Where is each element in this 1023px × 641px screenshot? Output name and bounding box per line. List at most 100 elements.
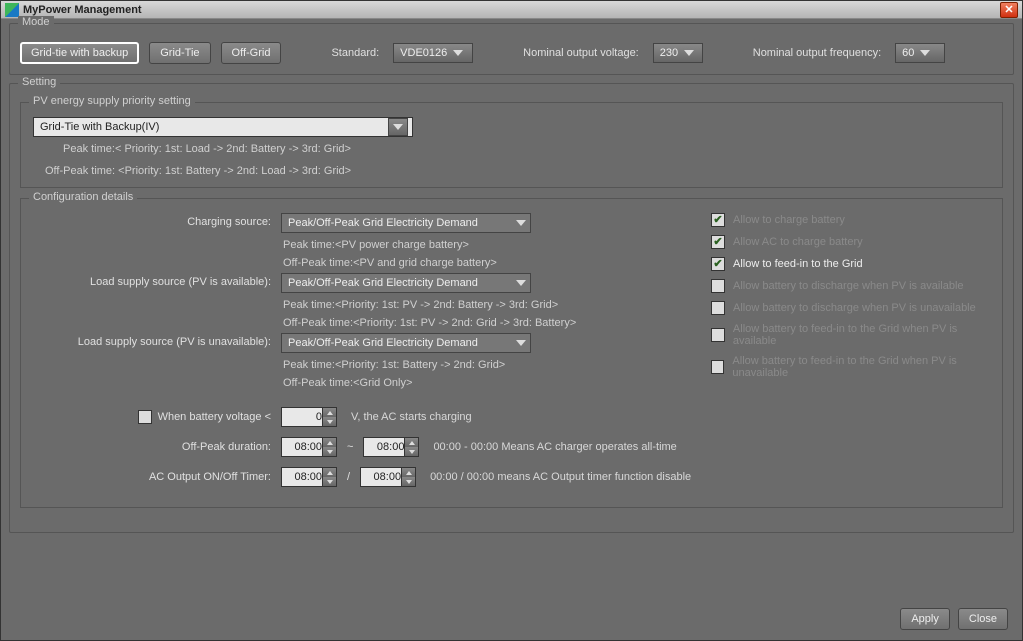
load-unavail-peak-hint: Peak time:<Priority: 1st: Battery -> 2nd…: [283, 359, 531, 371]
charging-peak-hint: Peak time:<PV power charge battery>: [283, 239, 531, 251]
pv-priority-fieldset: PV energy supply priority setting Grid-T…: [20, 102, 1003, 188]
titlebar: MyPower Management ✕: [1, 1, 1022, 19]
load-avail-value: Peak/Off-Peak Grid Electricity Demand: [288, 277, 510, 289]
ac-timer-label: AC Output ON/Off Timer:: [33, 471, 281, 483]
ac-timer-sep: /: [347, 471, 350, 483]
allow-feedin-row: Allow to feed-in to the Grid: [711, 257, 1002, 271]
allow-discharge-pv-avail-row: Allow battery to discharge when PV is av…: [711, 279, 1002, 293]
spinner-down-icon[interactable]: [404, 447, 418, 456]
grid-tie-backup-button[interactable]: Grid-tie with backup: [20, 42, 139, 64]
allow-discharge-pv-avail-checkbox[interactable]: [711, 279, 725, 293]
close-button[interactable]: Close: [958, 608, 1008, 630]
allow-discharge-pv-avail-label: Allow battery to discharge when PV is av…: [733, 280, 964, 292]
config-legend: Configuration details: [29, 191, 137, 203]
charging-offpeak-hint: Off-Peak time:<PV and grid charge batter…: [283, 257, 531, 269]
setting-legend: Setting: [18, 76, 60, 88]
battery-voltage-label: When battery voltage <: [33, 410, 281, 424]
charging-source-select[interactable]: Peak/Off-Peak Grid Electricity Demand: [281, 213, 531, 233]
content: Mode Grid-tie with backup Grid-Tie Off-G…: [1, 19, 1022, 545]
off-grid-button[interactable]: Off-Grid: [221, 42, 282, 64]
allow-feedin-pv-avail-row: Allow battery to feed-in to the Grid whe…: [711, 323, 1002, 347]
spinner-up-icon[interactable]: [322, 438, 336, 447]
offpeak-end-value: 08:00: [377, 441, 405, 453]
allow-feedin-pv-unavail-row: Allow battery to feed-in to the Grid whe…: [711, 355, 1002, 379]
allow-feedin-pv-unavail-checkbox[interactable]: [711, 360, 724, 374]
allow-feedin-pv-avail-checkbox[interactable]: [711, 328, 725, 342]
ac-timer-row: AC Output ON/Off Timer: 08:00 / 08:00 00…: [33, 467, 990, 487]
frequency-label: Nominal output frequency:: [753, 47, 881, 59]
frequency-select[interactable]: 60: [895, 43, 945, 63]
pv-priority-legend: PV energy supply priority setting: [29, 95, 195, 107]
mode-legend: Mode: [18, 16, 54, 28]
offpeak-duration-row: Off-Peak duration: 08:00 ~ 08:00 00:00 -…: [33, 437, 990, 457]
allow-ac-charge-label: Allow AC to charge battery: [733, 236, 863, 248]
checkbox-column: Allow to charge battery Allow AC to char…: [711, 213, 1002, 379]
window-title: MyPower Management: [23, 4, 1000, 16]
chevron-down-icon: [684, 50, 694, 56]
charging-source-value: Peak/Off-Peak Grid Electricity Demand: [288, 217, 510, 229]
allow-ac-charge-checkbox[interactable]: [711, 235, 725, 249]
allow-discharge-pv-unavail-checkbox[interactable]: [711, 301, 725, 315]
allow-feedin-label: Allow to feed-in to the Grid: [733, 258, 863, 270]
chevron-down-icon: [516, 280, 526, 286]
load-avail-offpeak-hint: Off-Peak time:<Priority: 1st: PV -> 2nd:…: [283, 317, 576, 329]
offpeak-hint: 00:00 - 00:00 Means AC charger operates …: [433, 441, 676, 453]
pv-offpeak-hint: Off-Peak time: <Priority: 1st: Battery -…: [45, 165, 990, 177]
battery-voltage-spinner[interactable]: 0: [281, 407, 337, 427]
spinner-up-icon[interactable]: [404, 438, 418, 447]
load-avail-label: Load supply source (PV is available):: [33, 273, 281, 288]
frequency-value: 60: [902, 47, 914, 59]
allow-charge-battery-row: Allow to charge battery: [711, 213, 1002, 227]
bottom-rows: When battery voltage < 0 V, the AC start…: [33, 407, 990, 487]
chevron-down-icon: [920, 50, 930, 56]
config-fieldset: Configuration details Charging source: P…: [20, 198, 1003, 508]
spinner-up-icon[interactable]: [322, 468, 336, 477]
voltage-select[interactable]: 230: [653, 43, 703, 63]
grid-tie-button[interactable]: Grid-Tie: [149, 42, 210, 64]
allow-feedin-checkbox[interactable]: [711, 257, 725, 271]
battery-voltage-suffix: V, the AC starts charging: [351, 411, 472, 423]
load-unavail-value: Peak/Off-Peak Grid Electricity Demand: [288, 337, 510, 349]
allow-charge-battery-label: Allow to charge battery: [733, 214, 845, 226]
offpeak-sep: ~: [347, 441, 353, 453]
spinner-down-icon[interactable]: [401, 477, 415, 486]
close-icon[interactable]: ✕: [1000, 2, 1018, 18]
standard-select[interactable]: VDE0126: [393, 43, 473, 63]
mode-row: Grid-tie with backup Grid-Tie Off-Grid S…: [20, 42, 1003, 64]
offpeak-end-spinner[interactable]: 08:00: [363, 437, 419, 457]
chevron-down-icon: [388, 118, 408, 136]
allow-discharge-pv-unavail-row: Allow battery to discharge when PV is un…: [711, 301, 1002, 315]
apply-button[interactable]: Apply: [900, 608, 950, 630]
standard-label: Standard:: [331, 47, 379, 59]
offpeak-start-spinner[interactable]: 08:00: [281, 437, 337, 457]
spinner-up-icon[interactable]: [401, 468, 415, 477]
load-avail-select[interactable]: Peak/Off-Peak Grid Electricity Demand: [281, 273, 531, 293]
ac-timer-hint: 00:00 / 00:00 means AC Output timer func…: [430, 471, 691, 483]
pv-priority-select[interactable]: Grid-Tie with Backup(IV): [33, 117, 413, 137]
load-unavail-label: Load supply source (PV is unavailable):: [33, 333, 281, 348]
chevron-down-icon: [516, 340, 526, 346]
ac-timer-end-spinner[interactable]: 08:00: [360, 467, 416, 487]
load-avail-peak-hint: Peak time:<Priority: 1st: PV -> 2nd: Bat…: [283, 299, 576, 311]
voltage-label: Nominal output voltage:: [523, 47, 639, 59]
allow-charge-battery-checkbox[interactable]: [711, 213, 725, 227]
spinner-down-icon[interactable]: [322, 447, 336, 456]
pv-priority-value: Grid-Tie with Backup(IV): [40, 121, 384, 133]
pv-peak-hint: Peak time:< Priority: 1st: Load -> 2nd: …: [63, 143, 990, 155]
allow-feedin-pv-avail-label: Allow battery to feed-in to the Grid whe…: [733, 323, 1002, 347]
spinner-up-icon[interactable]: [322, 408, 336, 417]
setting-fieldset: Setting PV energy supply priority settin…: [9, 83, 1014, 533]
app-icon: [5, 3, 19, 17]
spinner-down-icon[interactable]: [322, 477, 336, 486]
load-unavail-select[interactable]: Peak/Off-Peak Grid Electricity Demand: [281, 333, 531, 353]
mode-fieldset: Mode Grid-tie with backup Grid-Tie Off-G…: [9, 23, 1014, 75]
allow-feedin-pv-unavail-label: Allow battery to feed-in to the Grid whe…: [732, 355, 1002, 379]
standard-value: VDE0126: [400, 47, 447, 59]
battery-voltage-checkbox[interactable]: [138, 410, 152, 424]
ac-timer-start-spinner[interactable]: 08:00: [281, 467, 337, 487]
allow-ac-charge-row: Allow AC to charge battery: [711, 235, 1002, 249]
load-unavail-offpeak-hint: Off-Peak time:<Grid Only>: [283, 377, 531, 389]
chevron-down-icon: [453, 50, 463, 56]
spinner-down-icon[interactable]: [322, 417, 336, 426]
footer: Apply Close: [900, 608, 1008, 630]
